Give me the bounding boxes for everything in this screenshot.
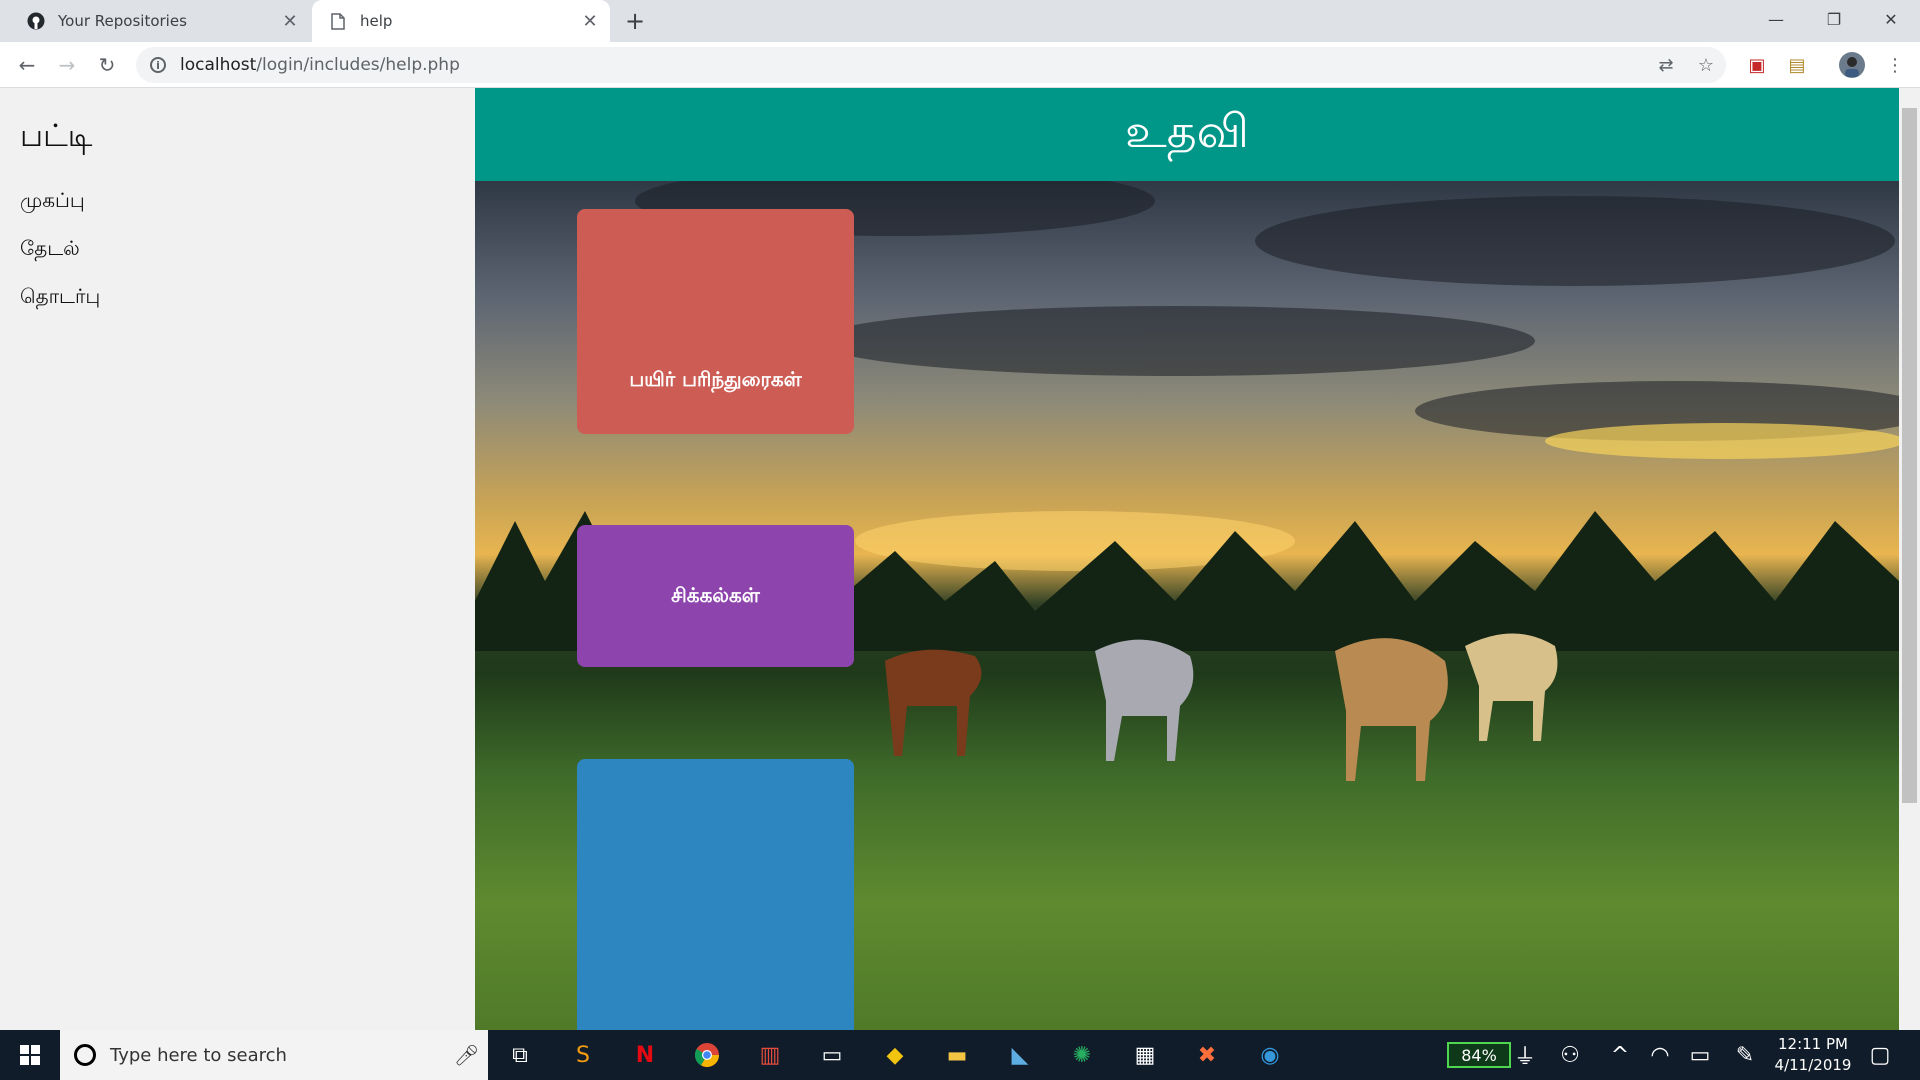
main-content: உதவி பயிர் பரிந்துரைகள் சிக்கல்கள்: [475, 88, 1899, 1030]
page-title: உதவி: [475, 88, 1899, 181]
time: 12:11 PM: [1778, 1035, 1848, 1053]
sidebar-title: பட்டி: [20, 118, 93, 154]
sidebar-item-contact[interactable]: தொடர்பு: [20, 284, 100, 311]
menu-dots-icon[interactable]: ⋮: [1880, 50, 1910, 80]
notification-icon[interactable]: ▢: [1860, 1036, 1900, 1074]
git-icon[interactable]: ◆: [875, 1036, 915, 1074]
people-icon[interactable]: ⚇: [1550, 1036, 1590, 1074]
url-text: localhost/login/includes/help.php: [180, 55, 460, 75]
chrome-icon[interactable]: [687, 1036, 727, 1074]
video-editor-icon[interactable]: ▦: [1125, 1036, 1165, 1074]
sidebar-item-search[interactable]: தேடல்: [20, 236, 80, 263]
search-placeholder: Type here to search: [110, 1044, 287, 1066]
scrollbar-thumb[interactable]: [1902, 108, 1917, 803]
new-tab-button[interactable]: +: [620, 6, 650, 36]
power-plug-icon: ⏚: [1513, 1045, 1536, 1070]
close-tab-icon[interactable]: ✕: [578, 9, 602, 33]
wifi-icon[interactable]: ◠: [1640, 1036, 1680, 1074]
clock[interactable]: 12:11 PM 4/11/2019: [1768, 1034, 1858, 1076]
sidebar-item-home[interactable]: முகப்பு: [20, 188, 85, 215]
card-crop-recommendations[interactable]: பயிர் பரிந்துரைகள்: [577, 209, 854, 434]
translate-icon[interactable]: ⇄: [1651, 50, 1681, 80]
card-label: சிக்கல்கள்: [671, 582, 760, 607]
tab-bar: Your Repositories ✕ help ✕ + — ❐ ✕: [0, 0, 1920, 42]
tab-help[interactable]: help ✕: [312, 0, 610, 42]
extension-icon[interactable]: ▤: [1782, 50, 1812, 80]
tab-title: Your Repositories: [58, 12, 187, 30]
atom-icon[interactable]: ✺: [1062, 1036, 1102, 1074]
xampp-icon[interactable]: ✖: [1187, 1036, 1227, 1074]
card-third[interactable]: [577, 759, 854, 1030]
file-explorer-icon[interactable]: ▬: [937, 1036, 977, 1074]
info-icon[interactable]: i: [150, 57, 166, 73]
battery-icon[interactable]: ▭: [1680, 1036, 1720, 1074]
back-button[interactable]: ←: [12, 50, 42, 80]
cortana-icon: [74, 1044, 96, 1066]
tab-your-repositories[interactable]: Your Repositories ✕: [8, 0, 310, 42]
battery-indicator[interactable]: 84%: [1447, 1042, 1511, 1068]
forward-button[interactable]: →: [52, 50, 82, 80]
taskbar-search[interactable]: Type here to search 🎤︎: [60, 1030, 488, 1080]
bookmark-star-icon[interactable]: ☆: [1691, 50, 1721, 80]
restore-button[interactable]: ❐: [1805, 0, 1863, 38]
github-icon: [26, 11, 46, 31]
close-tab-icon[interactable]: ✕: [278, 9, 302, 33]
extension-icon[interactable]: ▣: [1742, 50, 1772, 80]
sidebar: பட்டி முகப்பு தேடல் தொடர்பு: [0, 88, 475, 1030]
avatar[interactable]: [1837, 50, 1867, 80]
date: 4/11/2019: [1774, 1056, 1852, 1074]
minimize-button[interactable]: —: [1747, 0, 1805, 38]
whatsapp-icon[interactable]: ◉: [1250, 1036, 1290, 1074]
close-window-button[interactable]: ✕: [1862, 0, 1920, 38]
browser-toolbar: ← → ↻ i localhost/login/includes/help.ph…: [0, 42, 1920, 88]
sublime-text-icon[interactable]: S: [563, 1036, 603, 1074]
scrollbar[interactable]: [1899, 88, 1920, 1030]
task-view-icon[interactable]: ⧉: [500, 1036, 540, 1074]
pen-icon[interactable]: ✎: [1725, 1036, 1765, 1074]
popcorn-icon[interactable]: ▥: [750, 1036, 790, 1074]
chevron-up-icon[interactable]: ^: [1600, 1036, 1640, 1074]
tab-title: help: [360, 12, 393, 30]
terminal-icon[interactable]: ▭: [812, 1036, 852, 1074]
address-bar[interactable]: i localhost/login/includes/help.php: [136, 47, 1726, 83]
app-icon[interactable]: ◣: [1000, 1036, 1040, 1074]
page-icon: [328, 11, 348, 31]
taskbar: Type here to search 🎤︎ ⧉ S N ▥ ▭ ◆ ▬ ◣ ✺…: [0, 1030, 1920, 1080]
card-problems[interactable]: சிக்கல்கள்: [577, 525, 854, 667]
windows-start-icon[interactable]: [10, 1036, 50, 1074]
netflix-icon[interactable]: N: [625, 1036, 665, 1074]
microphone-icon[interactable]: 🎤︎: [454, 1043, 479, 1067]
reload-button[interactable]: ↻: [92, 50, 122, 80]
card-label: பயிர் பரிந்துரைகள்: [629, 367, 802, 391]
